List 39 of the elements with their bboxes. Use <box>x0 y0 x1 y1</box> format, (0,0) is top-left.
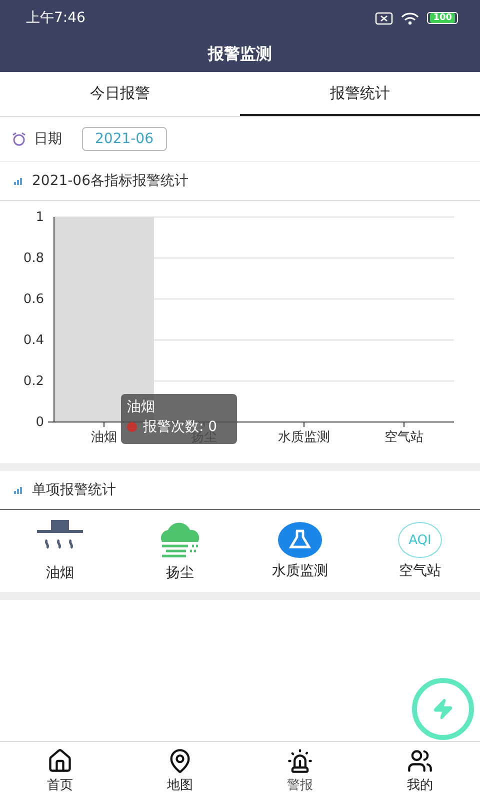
chart-icon <box>14 486 24 494</box>
siren-icon <box>287 748 313 774</box>
category-label[interactable]: 水质监测 <box>272 562 328 580</box>
axis-category-label: 空气站 <box>384 430 424 445</box>
flask-icon <box>278 522 322 558</box>
battery-icon: 100 <box>427 12 458 24</box>
no-sim-icon <box>375 12 394 24</box>
tab[interactable]: 今日报警 <box>0 72 240 116</box>
users-icon <box>407 748 433 774</box>
date-label: 日期 <box>34 130 62 148</box>
lightning-icon <box>432 698 454 720</box>
tooltip-title: 油烟 <box>127 398 156 416</box>
tab[interactable]: 报警统计 <box>240 72 480 116</box>
nav-item[interactable]: 首页 <box>0 742 120 800</box>
axis-tick-label: 0.4 <box>23 333 44 348</box>
axis-tick-label: 0 <box>36 415 44 430</box>
axis-category-label: 水质监测 <box>278 430 330 445</box>
section-title: 单项报警统计 <box>32 481 116 499</box>
category-label[interactable]: 空气站 <box>399 562 441 580</box>
nav-item[interactable]: 我的 <box>360 742 480 800</box>
category-label[interactable]: 油烟 <box>46 564 74 582</box>
axis-tick-label: 1 <box>36 210 44 225</box>
refresh-button[interactable] <box>412 678 474 740</box>
nav-item[interactable]: 地图 <box>120 742 240 800</box>
aqi-icon: AQI <box>398 522 442 558</box>
nav-item[interactable]: 警报 <box>240 742 360 800</box>
axis-tick-label: 0.6 <box>23 292 44 307</box>
axis-category-label: 油烟 <box>91 430 117 445</box>
chart-icon <box>14 177 24 185</box>
axis-tick-label: 0.2 <box>23 374 44 389</box>
section-title: 2021-06各指标报警统计 <box>32 172 188 190</box>
screen-title: 报警监测 <box>206 42 273 64</box>
axis-tick-label: 0.8 <box>23 251 44 266</box>
category-label[interactable]: 扬尘 <box>166 564 194 582</box>
axis-category-label: 扬尘 <box>191 430 217 445</box>
alarm-clock-icon <box>12 132 26 146</box>
status-time: 上午7:46 <box>26 9 86 27</box>
wifi-icon <box>401 12 420 24</box>
home-icon <box>47 748 73 774</box>
